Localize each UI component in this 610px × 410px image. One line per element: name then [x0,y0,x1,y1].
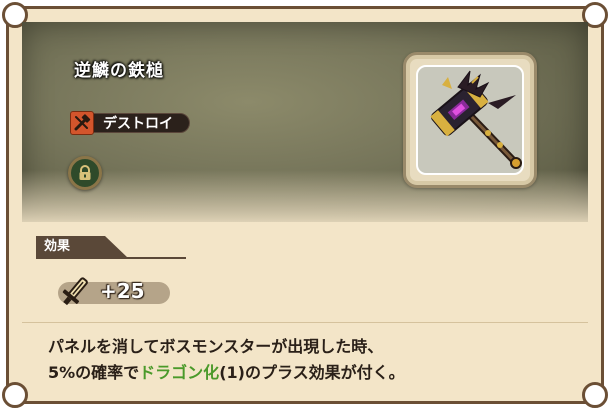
effect-underline [36,257,186,259]
hammer-cross-icon [70,111,94,135]
corner-ornament [2,382,28,408]
corner-ornament [582,382,608,408]
description-line-2-pre: 5%の確率で [48,363,140,382]
category-label: デストロイ [90,113,190,133]
hammer-icon [416,65,524,175]
sword-icon [58,274,92,308]
item-name: 逆鱗の鉄槌 [74,61,164,81]
item-detail-card: 逆鱗の鉄槌 デストロイ 効果 +25 パネルを消してボスモンスターが出現した時、… [0,0,610,410]
item-icon-frame [403,52,537,188]
description-line-2-post: (1)のプラス効果が付く。 [219,363,405,382]
divider [22,322,588,323]
category-badge: デストロイ [70,111,190,135]
attack-bonus: +25 [58,274,170,308]
bonus-value: +25 [100,279,145,303]
dragonize-keyword: ドラゴン化 [139,363,220,382]
effect-description: パネルを消してボスモンスターが出現した時、 5%の確率でドラゴン化(1)のプラス… [48,334,568,386]
description-line-1: パネルを消してボスモンスターが出現した時、 [48,337,384,356]
description-line-2: 5%の確率でドラゴン化(1)のプラス効果が付く。 [48,360,568,386]
lock-icon[interactable] [68,156,102,190]
